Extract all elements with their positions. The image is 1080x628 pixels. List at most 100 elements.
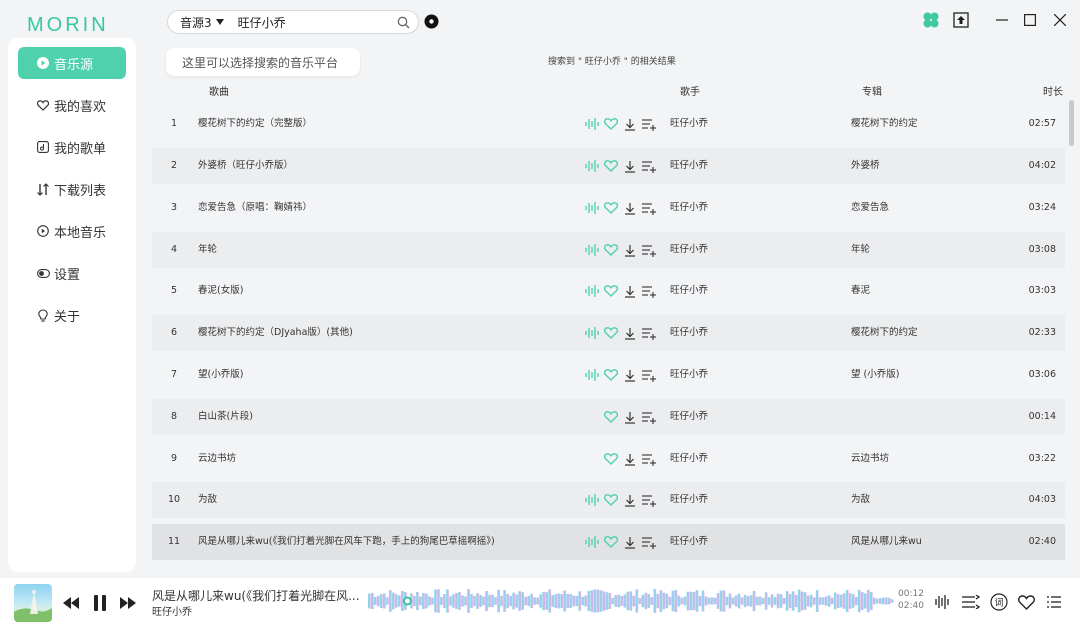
table-row[interactable]: 3 恋爱告急（原唱：鞠婧祎） 旺仔小乔 恋爱告急 03:24 (152, 190, 1065, 226)
like-heart-icon[interactable] (603, 493, 618, 508)
play-order-icon[interactable] (962, 593, 980, 611)
waveform-bar (842, 593, 846, 609)
quality-wave-icon[interactable] (584, 284, 599, 299)
table-row[interactable]: 6 樱花树下的约定（DJyaha版）(其他) 旺仔小乔 樱花树下的约定 02:33 (152, 315, 1065, 351)
add-to-playlist-icon[interactable] (641, 159, 656, 174)
waveform-bar (485, 591, 488, 611)
quality-wave-icon[interactable] (584, 493, 599, 508)
next-icon[interactable] (119, 594, 137, 612)
row-actions (584, 367, 656, 383)
mini-mode-icon[interactable] (949, 10, 973, 30)
waveform-bar (557, 593, 561, 609)
add-to-playlist-icon[interactable] (641, 452, 656, 467)
quality-wave-icon[interactable] (584, 243, 599, 258)
quality-wave-icon[interactable] (584, 159, 599, 174)
add-to-playlist-icon[interactable] (641, 535, 656, 550)
add-to-playlist-icon[interactable] (641, 284, 656, 299)
sound-wave-icon[interactable] (933, 593, 951, 611)
song-duration: 02:40 (1028, 536, 1056, 547)
table-row[interactable]: 5 春泥(女版) 旺仔小乔 春泥 03:03 (152, 273, 1065, 309)
pause-icon[interactable] (90, 592, 110, 614)
search-icon[interactable] (397, 16, 410, 29)
like-heart-icon[interactable] (603, 410, 618, 425)
close-icon[interactable] (1048, 10, 1072, 30)
sidebar-item-local-music[interactable]: 本地音乐 (18, 215, 126, 247)
add-to-playlist-icon[interactable] (641, 201, 656, 216)
sidebar-item-label: 设置 (54, 267, 81, 283)
sidebar-item-download-list[interactable]: 下载列表 (18, 173, 126, 205)
vinyl-record-icon[interactable] (424, 14, 439, 33)
waveform-bar (368, 593, 371, 609)
like-heart-icon[interactable] (603, 535, 618, 550)
source-select[interactable]: 音源3 (180, 14, 224, 31)
maximize-icon[interactable] (1018, 10, 1042, 30)
previous-icon[interactable] (62, 594, 80, 612)
waveform-bar (710, 597, 714, 605)
scrollbar[interactable] (1069, 100, 1074, 146)
download-icon[interactable] (622, 117, 637, 132)
waveform-bar (560, 594, 564, 608)
sidebar-item-my-playlists[interactable]: 我的歌单 (18, 131, 126, 163)
add-to-playlist-icon[interactable] (641, 243, 656, 258)
album-cover[interactable] (14, 584, 52, 622)
waveform-bar (743, 594, 747, 608)
download-icon[interactable] (622, 243, 637, 258)
search-bar[interactable]: 音源3 旺仔小乔 (167, 10, 419, 34)
quality-wave-icon[interactable] (584, 201, 599, 216)
add-to-playlist-icon[interactable] (641, 117, 656, 132)
like-heart-icon[interactable] (603, 117, 618, 132)
search-input[interactable]: 旺仔小乔 (238, 14, 397, 31)
waveform-progress[interactable] (368, 586, 894, 616)
row-number: 3 (170, 202, 178, 213)
waveform-bar (707, 597, 711, 605)
download-icon[interactable] (622, 535, 637, 550)
download-icon[interactable] (622, 284, 637, 299)
like-heart-icon[interactable] (603, 201, 618, 216)
progress-thumb[interactable] (402, 596, 412, 606)
song-artist: 旺仔小乔 (670, 202, 709, 213)
waveform-bar (860, 592, 864, 610)
like-heart-icon[interactable] (603, 452, 618, 467)
add-to-playlist-icon[interactable] (641, 326, 656, 341)
sidebar-item-my-likes[interactable]: 我的喜欢 (18, 89, 126, 121)
add-to-playlist-icon[interactable] (641, 368, 656, 383)
table-row[interactable]: 4 年轮 旺仔小乔 年轮 03:08 (152, 232, 1065, 268)
lyrics-icon[interactable]: 词 (989, 592, 1009, 612)
quality-wave-icon[interactable] (584, 117, 599, 132)
waveform-bar (728, 593, 732, 609)
waveform-bar (458, 591, 461, 611)
playlist-queue-icon[interactable] (1045, 593, 1063, 611)
table-row[interactable]: 8 白山茶(片段) 旺仔小乔 00:14 (152, 399, 1065, 435)
favorite-heart-icon[interactable] (1017, 593, 1035, 611)
table-row[interactable]: 11 风是从哪儿来wu(《我们打着光脚在风车下跑，手上的狗尾巴草摇啊摇》) 旺仔小乔… (152, 524, 1065, 560)
like-heart-icon[interactable] (603, 243, 618, 258)
minimize-icon[interactable] (990, 10, 1014, 30)
like-heart-icon[interactable] (603, 159, 618, 174)
clover-icon[interactable] (919, 10, 943, 30)
sidebar-item-about[interactable]: 关于 (18, 299, 126, 331)
download-icon[interactable] (622, 201, 637, 216)
table-row[interactable]: 9 云边书坊 旺仔小乔 云边书坊 03:22 (152, 441, 1065, 477)
download-icon[interactable] (622, 493, 637, 508)
like-heart-icon[interactable] (603, 284, 618, 299)
download-icon[interactable] (622, 452, 637, 467)
table-row[interactable]: 2 外婆桥（旺仔小乔版） 旺仔小乔 外婆桥 04:02 (152, 148, 1065, 184)
table-row[interactable]: 1 樱花树下的约定（完整版） 旺仔小乔 樱花树下的约定 02:57 (152, 106, 1065, 142)
quality-wave-icon[interactable] (584, 326, 599, 341)
table-row[interactable]: 10 为敌 旺仔小乔 为敌 04:03 (152, 482, 1065, 518)
waveform-bar (815, 590, 819, 612)
table-row[interactable]: 7 望(小乔版) 旺仔小乔 望 (小乔版) 03:06 (152, 357, 1065, 393)
like-heart-icon[interactable] (603, 326, 618, 341)
quality-wave-icon[interactable] (584, 535, 599, 550)
download-icon[interactable] (622, 410, 637, 425)
add-to-playlist-icon[interactable] (641, 410, 656, 425)
add-to-playlist-icon[interactable] (641, 493, 656, 508)
download-icon[interactable] (622, 368, 637, 383)
like-heart-icon[interactable] (603, 368, 618, 383)
quality-wave-icon[interactable] (584, 368, 599, 383)
download-icon[interactable] (622, 326, 637, 341)
download-icon[interactable] (622, 159, 637, 174)
waveform-bar (884, 597, 888, 605)
sidebar-item-music-source[interactable]: 音乐源 (18, 47, 126, 79)
sidebar-item-settings[interactable]: 设置 (18, 257, 126, 289)
